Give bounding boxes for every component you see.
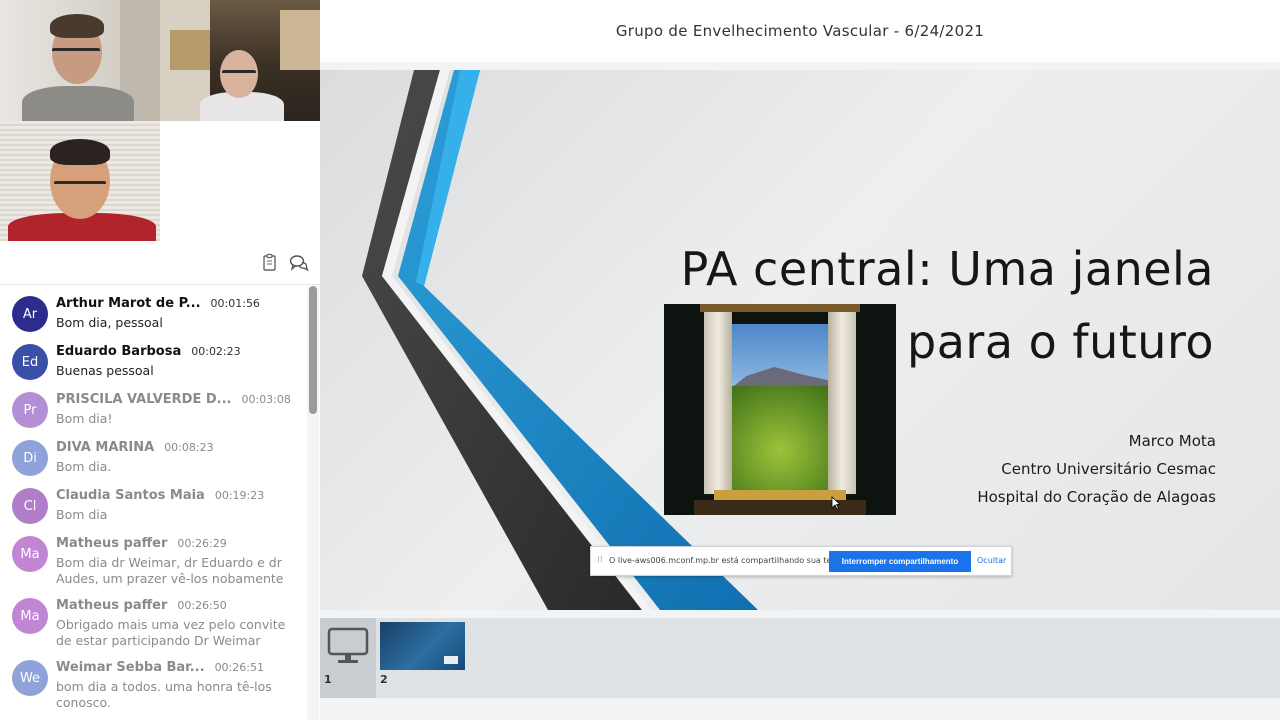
- avatar[interactable]: Pr: [12, 392, 48, 428]
- chat-timestamp: 00:19:23: [214, 489, 265, 502]
- chat-toolbar: [0, 241, 320, 285]
- chat-timestamp: 00:03:08: [241, 393, 291, 406]
- meeting-title: Grupo de Envelhecimento Vascular - 6/24/…: [320, 0, 1280, 62]
- monitor-icon: [327, 627, 369, 663]
- chat-message-text: Obrigado mais uma vez pelo convite de es…: [56, 617, 286, 648]
- chat-sender-name: Weimar Sebba Bar... 00:26:51: [56, 660, 264, 675]
- bottom-bar: [320, 698, 1280, 720]
- video-tile-participant-3[interactable]: [0, 121, 160, 241]
- screen-share-notification: ⁞⁞ O live-aws006.mconf.mp.br está compar…: [590, 546, 1012, 576]
- avatar[interactable]: Ma: [12, 598, 48, 634]
- chat-sender-name: Claudia Santos Maia 00:19:23: [56, 488, 264, 503]
- chat-message-text: Bom dia.: [56, 459, 112, 474]
- chat-message-list[interactable]: Ar Arthur Marot de P... 00:01:56 Bom dia, p…: [0, 286, 306, 720]
- avatar[interactable]: Cl: [12, 488, 48, 524]
- avatar[interactable]: Ma: [12, 536, 48, 572]
- chat-message-text: Bom dia, pessoal: [56, 315, 163, 330]
- participant-2-head: [220, 50, 258, 98]
- left-panel: Ar Arthur Marot de P... 00:01:56 Bom dia, p…: [0, 0, 320, 720]
- stop-sharing-button[interactable]: Interromper compartilhamento: [829, 551, 971, 572]
- sender-name-text: DIVA MARINA: [56, 440, 155, 455]
- slide-affiliation-1: Centro Universitário Cesmac: [1001, 460, 1216, 478]
- chat-timestamp: 00:02:23: [191, 345, 241, 358]
- chat-message-text: Bom dia dr Weimar, dr Eduardo e dr Audes…: [56, 555, 284, 586]
- video-tile-participant-1[interactable]: [0, 0, 160, 121]
- share-message: O live-aws006.mconf.mp.br está compartil…: [609, 556, 842, 565]
- avatar[interactable]: Ed: [12, 344, 48, 380]
- chat-message-text: Buenas pessoal: [56, 363, 154, 378]
- chat-timestamp: 00:08:23: [164, 441, 214, 454]
- sender-name-text: Claudia Santos Maia: [56, 488, 205, 503]
- thumbnail-1-number: 1: [324, 673, 332, 686]
- drag-handle-icon[interactable]: ⁞⁞: [597, 555, 603, 565]
- slide-author: Marco Mota: [1128, 432, 1216, 450]
- chat-timestamp: 00:01:56: [210, 297, 260, 310]
- sender-name-text: Eduardo Barbosa: [56, 344, 182, 359]
- chat-message-text: Bom dia: [56, 507, 108, 522]
- thumbnail-1[interactable]: 1: [320, 618, 376, 698]
- thumbnail-2-number: 2: [380, 673, 388, 686]
- sender-name-text: Weimar Sebba Bar...: [56, 660, 205, 675]
- slide-window-image: [664, 304, 896, 515]
- slide-title-line-2: para o futuro: [907, 315, 1214, 369]
- chat-message-text: bom dia a todos. uma honra tê-los conosc…: [56, 679, 272, 710]
- thumbnail-strip: 1 2: [320, 618, 1280, 698]
- avatar[interactable]: We: [12, 660, 48, 696]
- mouse-cursor-icon: [831, 496, 841, 510]
- chat-timestamp: 00:26:29: [177, 537, 227, 550]
- avatar[interactable]: Ar: [12, 296, 48, 332]
- slide-affiliation-2: Hospital do Coração de Alagoas: [977, 488, 1216, 506]
- avatar[interactable]: Di: [12, 440, 48, 476]
- thumbnail-2[interactable]: 2: [376, 618, 468, 698]
- chat-sender-name: PRISCILA VALVERDE D... 00:03:08: [56, 392, 291, 407]
- chat-sender-name: Matheus paffer 00:26:29: [56, 536, 227, 551]
- presentation-area: Grupo de Envelhecimento Vascular - 6/24/…: [320, 0, 1280, 720]
- chat-scrollbar-thumb[interactable]: [309, 286, 317, 414]
- chat-sender-name: Eduardo Barbosa 00:02:23: [56, 344, 241, 359]
- chat-scrollbar[interactable]: [307, 286, 319, 720]
- chat-message-text: Bom dia!: [56, 411, 113, 426]
- chat-timestamp: 00:26:50: [177, 599, 227, 612]
- chat-bubbles-icon[interactable]: [289, 253, 309, 273]
- video-tile-participant-2[interactable]: [160, 0, 320, 121]
- chat-sender-name: DIVA MARINA 00:08:23: [56, 440, 214, 455]
- sender-name-text: Matheus paffer: [56, 536, 168, 551]
- sender-name-text: Matheus paffer: [56, 598, 168, 613]
- chat-timestamp: 00:26:51: [214, 661, 264, 674]
- chat-sender-name: Matheus paffer 00:26:50: [56, 598, 227, 613]
- copy-icon[interactable]: [260, 253, 280, 273]
- sender-name-text: PRISCILA VALVERDE D...: [56, 392, 232, 407]
- hide-link[interactable]: Ocultar: [977, 556, 1006, 565]
- slide-title-line-1: PA central: Uma janela: [680, 242, 1214, 296]
- participant-1-body: [22, 86, 134, 121]
- conference-app: Ar Arthur Marot de P... 00:01:56 Bom dia, p…: [0, 0, 1280, 720]
- presentation-slide: PA central: Uma janela para o futuro Mar…: [320, 70, 1280, 610]
- chat-sender-name: Arthur Marot de P... 00:01:56: [56, 296, 260, 311]
- sender-name-text: Arthur Marot de P...: [56, 296, 201, 311]
